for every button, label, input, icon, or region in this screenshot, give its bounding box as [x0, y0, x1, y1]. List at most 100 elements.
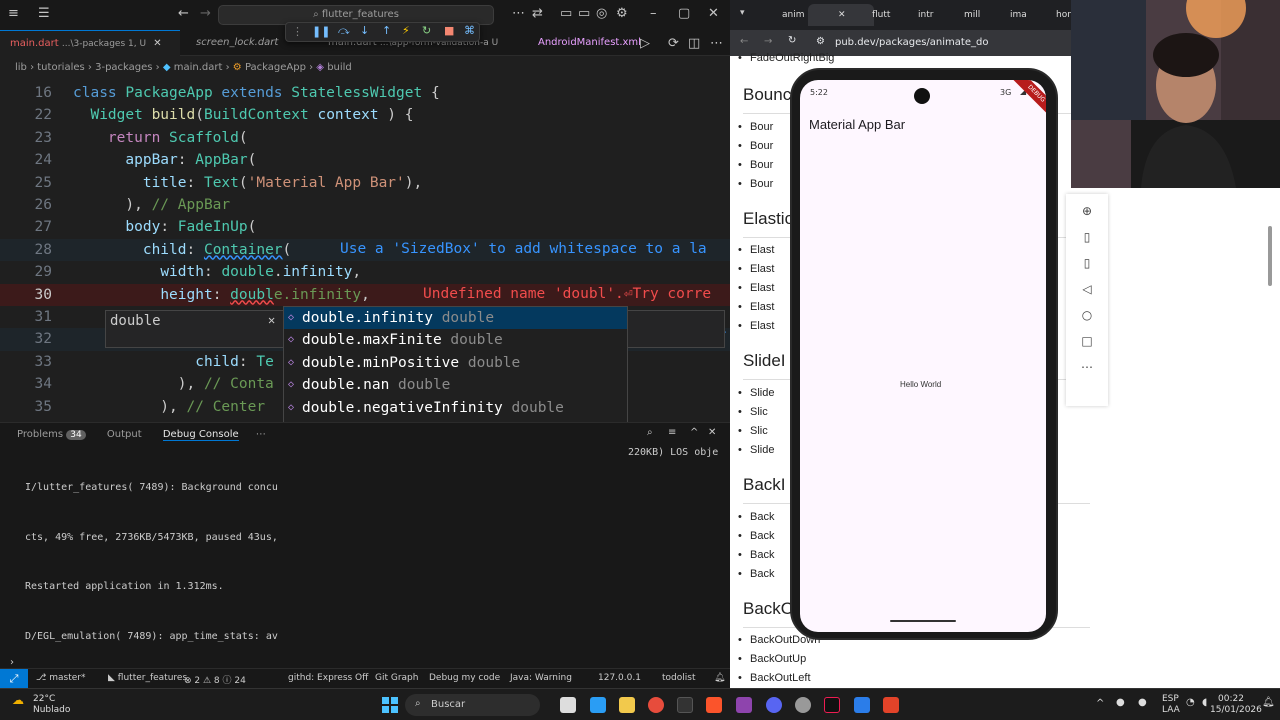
bell-icon[interactable]: 🔔︎ — [714, 673, 725, 683]
rotate-right-icon[interactable]: ▯ — [1066, 256, 1108, 270]
breadcrumb-item[interactable]: build — [327, 62, 352, 73]
code-line[interactable]: 26 ), // AppBar — [0, 194, 730, 216]
step-into-icon[interactable]: ↓ — [360, 24, 369, 37]
project[interactable]: ◣ flutter_features — [108, 673, 187, 683]
back-arrow-icon[interactable]: ← — [178, 6, 189, 21]
doc-list-item[interactable]: Slic — [738, 406, 768, 418]
app-icon[interactable] — [736, 697, 752, 713]
java-status[interactable]: Java: Warning — [510, 673, 572, 683]
weather-temp[interactable]: 22°C — [33, 694, 55, 704]
stop-icon[interactable]: ■ — [444, 24, 454, 37]
doc-list-item[interactable]: Slic — [738, 425, 768, 437]
tiktok-icon[interactable] — [824, 697, 840, 713]
close-window-icon[interactable]: ✕ — [708, 6, 719, 21]
debug-status[interactable]: Debug my code — [429, 673, 500, 683]
tab-problems[interactable]: Problems 34 — [17, 429, 86, 440]
browser-tab[interactable]: flutt — [850, 4, 896, 26]
clear-console-icon[interactable]: ≡ — [668, 427, 676, 438]
forward-arrow-icon[interactable]: → — [200, 6, 211, 21]
copilot-icon[interactable]: ◎ — [596, 6, 607, 21]
close-panel-icon[interactable]: ✕ — [708, 427, 716, 438]
tab-screen-lock[interactable]: screen_lock.dart — [186, 30, 288, 56]
task-view-icon[interactable] — [560, 697, 576, 713]
remote-icon[interactable]: ⤢ — [0, 669, 28, 688]
doc-list-item[interactable]: Bour — [738, 159, 773, 171]
clock-date[interactable]: 15/01/2026 — [1210, 705, 1262, 715]
code-line[interactable]: 24 appBar: AppBar( — [0, 149, 730, 171]
doc-list-item[interactable]: BackOutUp — [738, 653, 806, 665]
brave-icon[interactable] — [706, 697, 722, 713]
phone-screen[interactable]: 5:22 3G ◢ DEBUG Material App Bar Hello W… — [800, 80, 1046, 632]
browser-tab[interactable]: intr — [896, 4, 942, 26]
code-line[interactable]: 25 title: Text('Material App Bar'), — [0, 172, 730, 194]
branch[interactable]: ⎇ master* — [36, 673, 85, 683]
zoom-icon[interactable]: ⊕ — [1066, 204, 1108, 218]
devtools-icon[interactable]: ⌘ — [464, 24, 475, 37]
more-icon[interactable]: ⋯ — [512, 6, 525, 21]
more-icon[interactable]: ⋯ — [256, 429, 266, 440]
step-over-icon[interactable]: ⤼ — [338, 24, 350, 38]
doc-list-item[interactable]: Bour — [738, 140, 773, 152]
doc-list-item[interactable]: Back — [738, 530, 775, 542]
tab-main-dart[interactable]: main.dart ...\3-packages 1, U ✕ — [0, 30, 180, 56]
code-line[interactable]: 22 Widget build(BuildContext context ) { — [0, 104, 730, 126]
site-info-icon[interactable]: ⚙ — [816, 36, 825, 47]
notification-icon[interactable]: 🔔︎ — [1262, 697, 1275, 708]
doc-list-item[interactable]: Elast — [738, 301, 775, 313]
windows-start-icon[interactable] — [382, 697, 398, 713]
autocomplete-item[interactable]: ◇ double.nan double — [284, 374, 627, 396]
breadcrumb-item[interactable]: lib — [15, 62, 27, 73]
browser-tab[interactable]: anim — [760, 4, 808, 26]
menu-icon[interactable]: ☰ — [38, 6, 50, 21]
open-changes-icon[interactable]: ⟳ — [668, 36, 679, 51]
tab-android-manifest[interactable]: AndroidManifest.xml — [528, 30, 651, 56]
restart-icon[interactable]: ↻ — [422, 24, 431, 37]
doc-list-item[interactable]: Elast — [738, 320, 775, 332]
gesture-bar[interactable] — [890, 620, 956, 622]
pause-icon[interactable]: ❚❚ — [312, 25, 330, 38]
maximize-icon[interactable]: ▢ — [678, 6, 690, 21]
doc-list-item[interactable]: FadeOutRightBig — [738, 52, 834, 64]
breadcrumb-item[interactable]: main.dart — [174, 62, 223, 73]
close-suggestion-icon[interactable]: ✕ — [268, 313, 275, 327]
split-editor-icon[interactable]: ◫ — [688, 36, 700, 51]
more-options-icon[interactable]: ⋯ — [1066, 360, 1108, 374]
hot-reload-icon[interactable]: ⚡ — [402, 24, 410, 37]
git-graph-status[interactable]: Git Graph — [375, 673, 418, 683]
back-nav-icon[interactable]: ◁ — [1066, 282, 1108, 296]
maximize-panel-icon[interactable]: ^ — [690, 427, 698, 438]
doc-list-item[interactable]: Back — [738, 568, 775, 580]
browser-tab[interactable]: ima — [988, 4, 1034, 26]
doc-list-item[interactable]: Back — [738, 549, 775, 561]
autocomplete-item[interactable]: ◇ double.infinity double — [284, 307, 627, 330]
minimize-icon[interactable]: – — [650, 6, 657, 21]
problems-status[interactable]: ⊗ 2 ⚠ 8 ⓘ 24 — [184, 673, 246, 686]
doc-list-item[interactable]: Slide — [738, 387, 775, 399]
forward-icon[interactable]: → — [764, 36, 772, 47]
tab-output[interactable]: Output — [107, 429, 142, 440]
githd-status[interactable]: githd: Express Off — [288, 673, 368, 683]
server-status[interactable]: 127.0.0.1 — [598, 673, 641, 683]
lang-label[interactable]: ESP — [1162, 694, 1179, 704]
compare-icon[interactable]: ⇄ — [532, 6, 543, 21]
tab-debug-console[interactable]: Debug Console — [162, 429, 239, 441]
console-prompt-icon[interactable]: › — [10, 657, 14, 668]
doc-list-item[interactable]: Elast — [738, 244, 775, 256]
more-actions-icon[interactable]: ⋯ — [710, 36, 723, 51]
close-tab-icon[interactable]: ✕ — [153, 38, 161, 49]
terminal-icon[interactable] — [677, 697, 693, 713]
copilot-icon[interactable] — [590, 697, 606, 713]
code-line[interactable]: 16 class PackageApp extends StatelessWidg… — [0, 82, 730, 104]
doc-list-item[interactable]: Bour — [738, 121, 773, 133]
clock-time[interactable]: 00:22 — [1218, 694, 1244, 704]
doc-list-item[interactable]: Back — [738, 511, 775, 523]
lang-label-2[interactable]: LAA — [1162, 705, 1180, 715]
app-icon-2[interactable] — [883, 697, 899, 713]
code-line[interactable]: 27 body: FadeInUp( — [0, 216, 730, 238]
autocomplete-item[interactable]: ◇ double.minPositive double — [284, 352, 627, 374]
back-icon[interactable]: ← — [740, 36, 748, 47]
breadcrumb-item[interactable]: 3-packages — [95, 62, 152, 73]
code-line[interactable]: 23 return Scaffold( — [0, 127, 730, 149]
code-line[interactable]: 29 width: double.infinity, — [0, 261, 730, 283]
breadcrumb-item[interactable]: tutoriales — [37, 62, 84, 73]
